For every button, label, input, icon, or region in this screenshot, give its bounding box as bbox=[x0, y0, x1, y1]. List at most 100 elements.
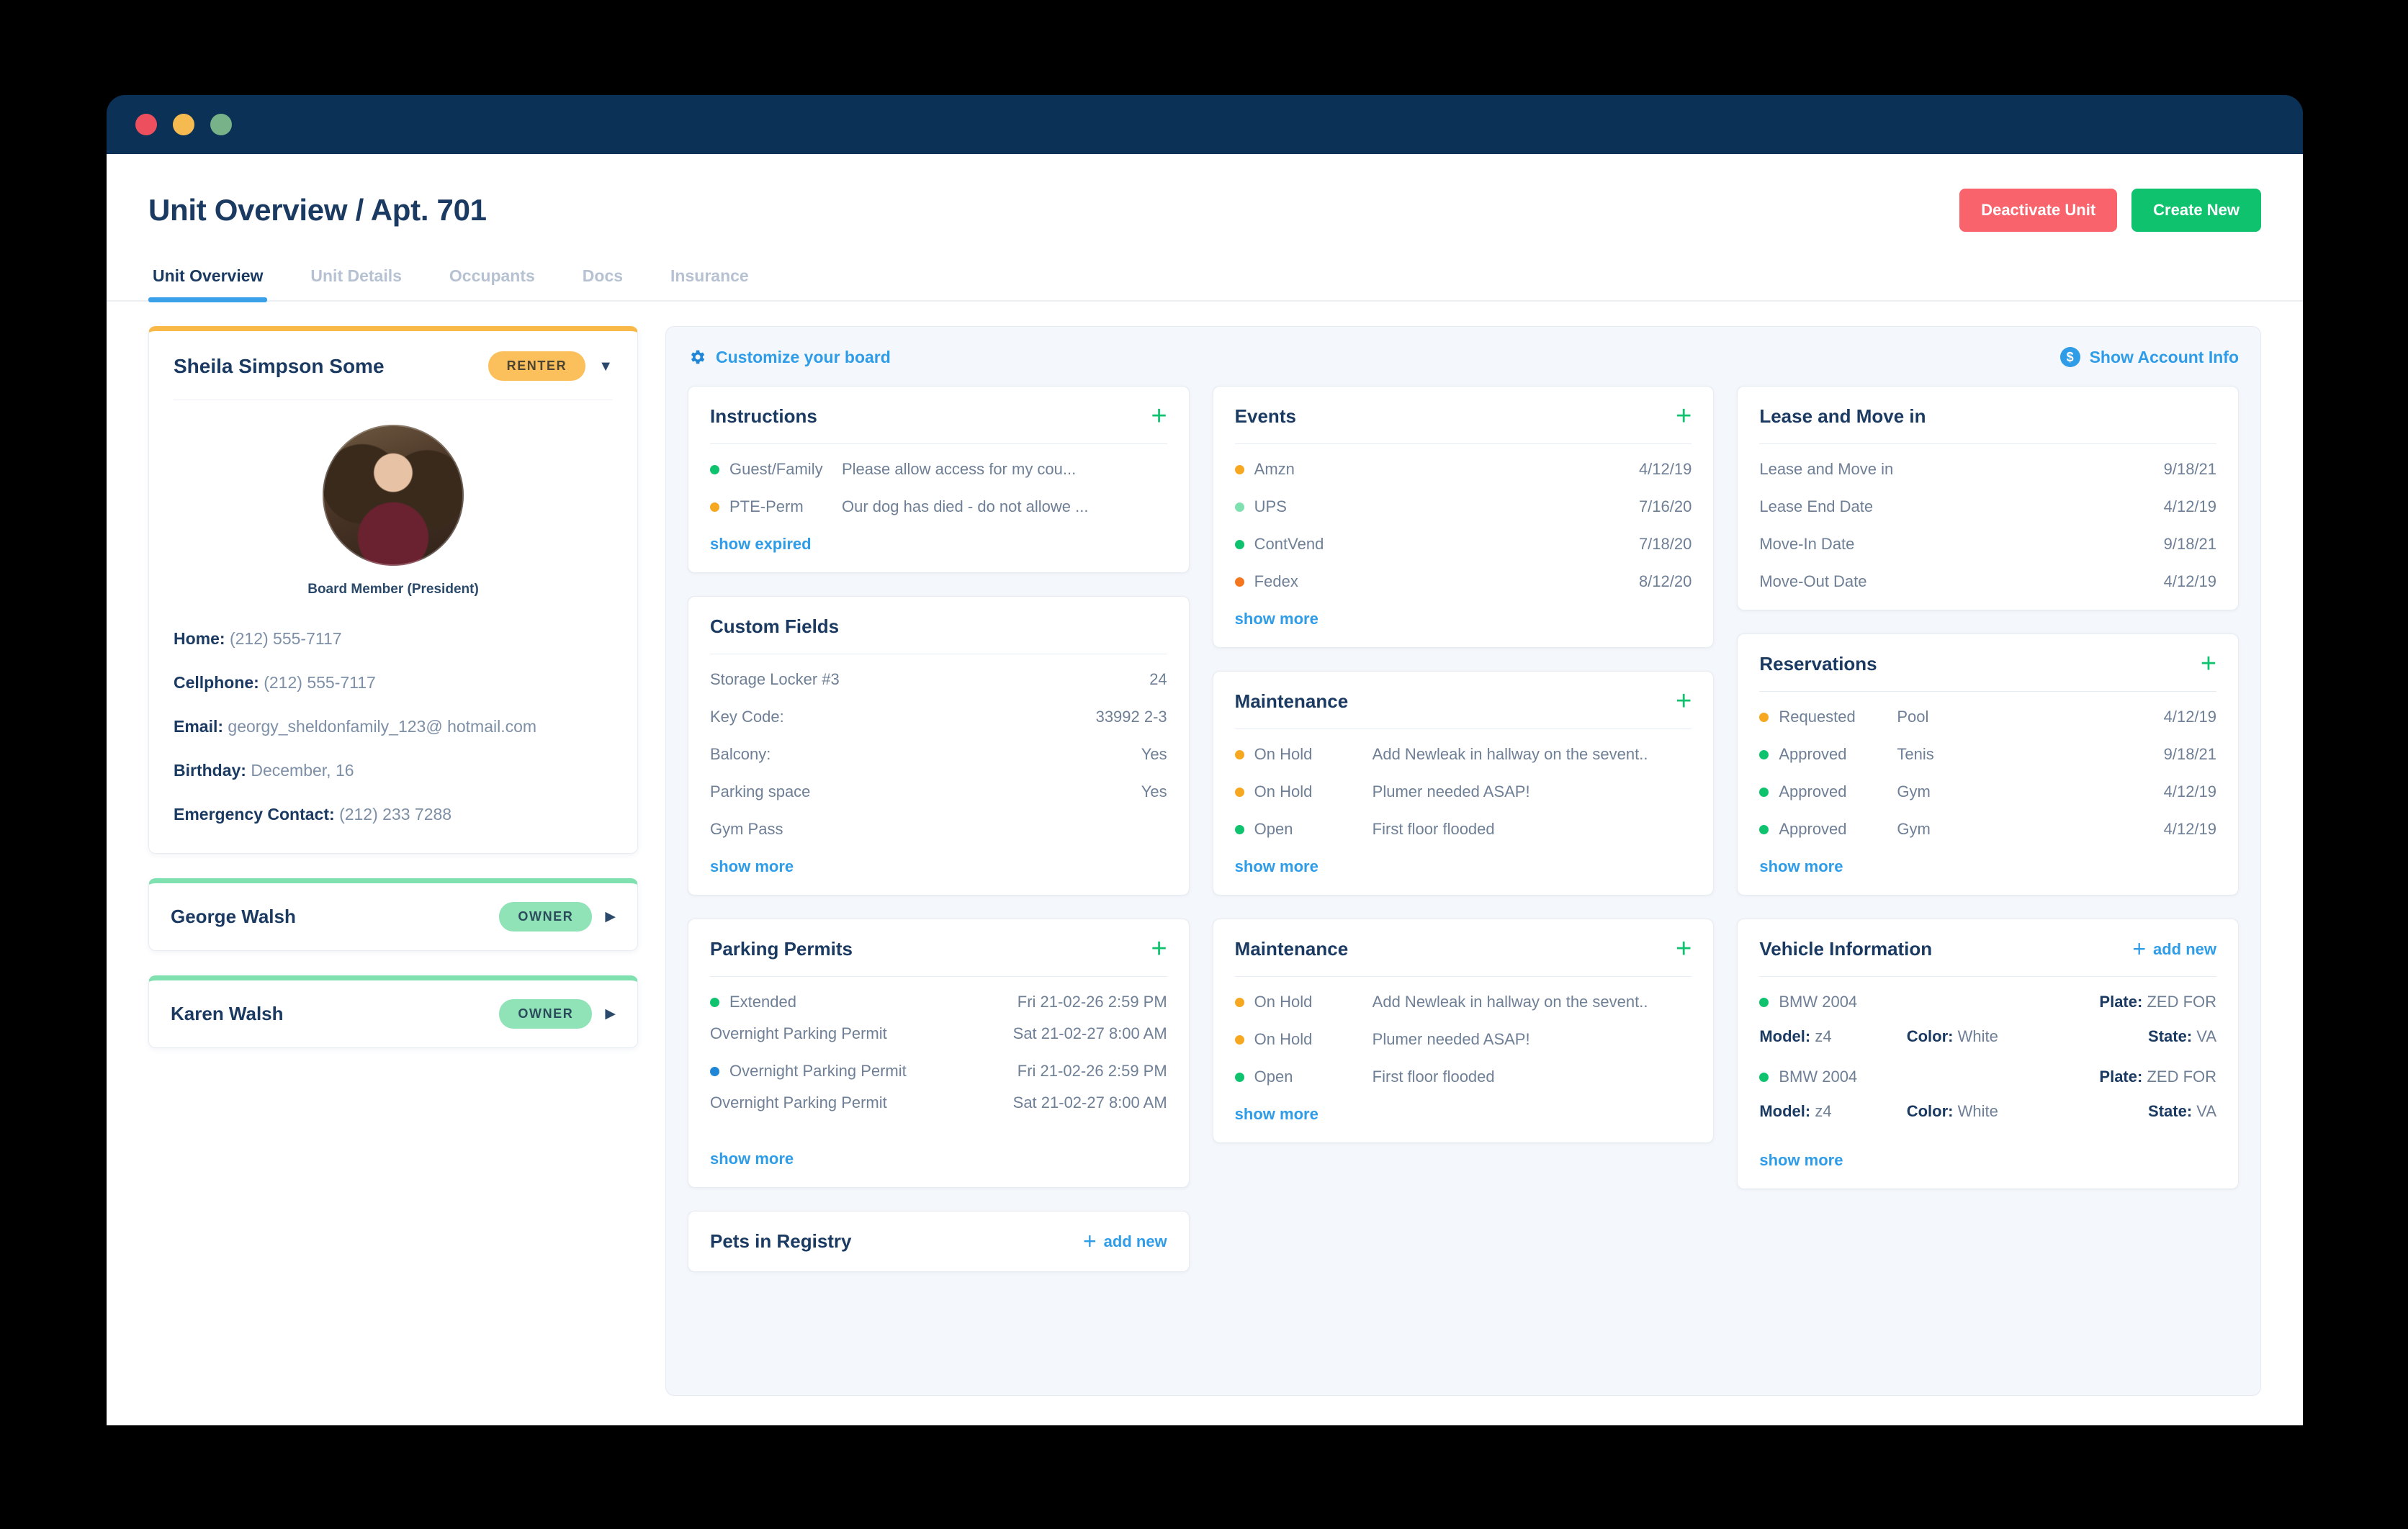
card-body: Storage Locker #3 24 Key Code: 33992 2-3… bbox=[710, 654, 1167, 876]
list-item[interactable]: Extended Fri 21-02-26 2:59 PM bbox=[710, 993, 1167, 1011]
status-badge-renter[interactable]: RENTER bbox=[488, 351, 586, 381]
list-item[interactable]: Open First floor flooded bbox=[1234, 1068, 1692, 1086]
list-item[interactable]: On Hold Plumer needed ASAP! bbox=[1234, 782, 1692, 801]
tab-insurance[interactable]: Insurance bbox=[666, 266, 753, 300]
show-more-link[interactable]: show more bbox=[1235, 610, 1318, 628]
add-reservation-icon[interactable]: + bbox=[2201, 650, 2216, 677]
add-maintenance-icon[interactable]: + bbox=[1676, 687, 1692, 715]
add-event-icon[interactable]: + bbox=[1676, 402, 1692, 430]
show-account-info-label: Show Account Info bbox=[2089, 347, 2239, 366]
list-item: Key Code: 33992 2-3 bbox=[710, 708, 1167, 726]
person-card-karen-walsh[interactable]: Karen Walsh OWNER ▶ bbox=[148, 975, 638, 1048]
list-item[interactable]: Approved Gym 4/12/19 bbox=[1759, 782, 2216, 801]
create-new-button[interactable]: Create New bbox=[2131, 189, 2261, 232]
vehicle-color: Color: White bbox=[1907, 1027, 1998, 1046]
vehicle-state-key: State: bbox=[2148, 1102, 2193, 1120]
person-card-header: Karen Walsh OWNER ▶ bbox=[149, 980, 637, 1047]
card-body: On Hold Add Newleak in hallway on the se… bbox=[1234, 729, 1692, 876]
show-more-link[interactable]: show more bbox=[1759, 857, 1843, 876]
card-events: Events + Amzn 4/12/19 UPS 7/16/20 ContVe… bbox=[1212, 386, 1715, 648]
status-dot-icon bbox=[1759, 997, 1769, 1007]
list-item[interactable]: Fedex 8/12/20 bbox=[1234, 572, 1692, 591]
tab-unit-details[interactable]: Unit Details bbox=[306, 266, 406, 300]
list-item[interactable]: Open First floor flooded bbox=[1234, 820, 1692, 839]
vehicle-plate: Plate: ZED FOR bbox=[2099, 993, 2216, 1011]
contact-label-email: Email: bbox=[174, 717, 224, 736]
list-item[interactable]: On Hold Plumer needed ASAP! bbox=[1234, 1030, 1692, 1049]
browser-window: Unit Overview / Apt. 701 Deactivate Unit… bbox=[107, 95, 2303, 1425]
status-badge-owner[interactable]: OWNER bbox=[499, 999, 593, 1029]
show-more-link[interactable]: show more bbox=[710, 1150, 794, 1168]
customize-board-button[interactable]: Customize your board bbox=[688, 348, 891, 367]
permit-name: Overnight Parking Permit bbox=[710, 1024, 887, 1042]
tab-occupants[interactable]: Occupants bbox=[445, 266, 539, 300]
vehicle-row-details: Model: z4 Color: White State: VA bbox=[1759, 1102, 2216, 1121]
maintenance-text: Add Newleak in hallway on the sevent.. bbox=[1372, 993, 1648, 1011]
show-more-link[interactable]: show more bbox=[1235, 857, 1318, 876]
list-item[interactable]: Approved Tenis 9/18/21 bbox=[1759, 745, 2216, 764]
chevron-right-icon[interactable]: ▶ bbox=[605, 1007, 616, 1021]
person-card-primary[interactable]: Sheila Simpson Some RENTER ▼ Board Membe… bbox=[148, 326, 638, 854]
status-dot-icon bbox=[1234, 577, 1244, 587]
person-card-george-walsh[interactable]: George Walsh OWNER ▶ bbox=[148, 878, 638, 951]
window-titlebar bbox=[107, 95, 2303, 154]
vehicle-name: BMW 2004 bbox=[1779, 1068, 1858, 1086]
list-item[interactable]: Overnight Parking Permit Fri 21-02-26 2:… bbox=[710, 1062, 1167, 1081]
add-maintenance-icon[interactable]: + bbox=[1676, 935, 1692, 962]
add-vehicle-button[interactable]: + add new bbox=[2132, 937, 2216, 961]
show-more-link[interactable]: show more bbox=[710, 857, 794, 876]
list-item[interactable]: Approved Gym 4/12/19 bbox=[1759, 820, 2216, 839]
contact-value-home: (212) 555-7117 bbox=[229, 629, 342, 648]
list-item[interactable]: Requested Pool 4/12/19 bbox=[1759, 708, 2216, 726]
card-title: Lease and Move in bbox=[1759, 405, 1926, 427]
maintenance-text: Plumer needed ASAP! bbox=[1372, 782, 1530, 800]
add-parking-permit-icon[interactable]: + bbox=[1151, 935, 1167, 962]
minimize-window-icon[interactable] bbox=[173, 114, 194, 135]
add-pet-button[interactable]: + add new bbox=[1083, 1230, 1167, 1253]
vehicle-row[interactable]: BMW 2004 Plate: ZED FOR bbox=[1759, 993, 2216, 1011]
card-header: Reservations + bbox=[1759, 650, 2217, 692]
deactivate-unit-button[interactable]: Deactivate Unit bbox=[1959, 189, 2118, 232]
show-expired-link[interactable]: show expired bbox=[710, 535, 812, 554]
field-value: 33992 2-3 bbox=[1095, 708, 1167, 726]
vehicle-name: BMW 2004 bbox=[1779, 993, 1858, 1011]
gear-icon bbox=[691, 350, 705, 364]
customize-board-label: Customize your board bbox=[716, 347, 891, 366]
avatar bbox=[323, 425, 464, 566]
board-toolbar: Customize your board $ Show Account Info bbox=[688, 347, 2239, 367]
card-body: Guest/Family Please allow access for my … bbox=[710, 444, 1167, 554]
list-item[interactable]: ContVend 7/18/20 bbox=[1234, 535, 1692, 554]
tab-unit-overview[interactable]: Unit Overview bbox=[148, 266, 268, 302]
instruction-type: Guest/Family bbox=[729, 460, 823, 478]
board-columns: Instructions + Guest/Family Please allow… bbox=[688, 386, 2239, 1272]
vehicle-model: Model: z4 bbox=[1759, 1027, 1831, 1046]
show-more-link[interactable]: show more bbox=[1759, 1151, 1843, 1170]
contact-label-cellphone: Cellphone: bbox=[174, 673, 259, 692]
page-body: Sheila Simpson Some RENTER ▼ Board Membe… bbox=[107, 302, 2303, 1396]
status-badge-owner[interactable]: OWNER bbox=[499, 902, 593, 932]
maintenance-status: On Hold bbox=[1254, 782, 1313, 800]
vehicle-row[interactable]: BMW 2004 Plate: ZED FOR bbox=[1759, 1068, 2216, 1086]
chevron-down-icon[interactable]: ▼ bbox=[598, 359, 613, 374]
chevron-right-icon[interactable]: ▶ bbox=[605, 910, 616, 924]
status-dot-icon bbox=[1234, 997, 1244, 1007]
reservation-status: Approved bbox=[1779, 745, 1847, 763]
maintenance-status: Open bbox=[1254, 820, 1293, 838]
add-instruction-icon[interactable]: + bbox=[1151, 402, 1167, 430]
status-dot-icon bbox=[1759, 712, 1769, 722]
card-instructions: Instructions + Guest/Family Please allow… bbox=[688, 386, 1190, 573]
show-more-link[interactable]: show more bbox=[1235, 1105, 1318, 1124]
list-item[interactable]: Amzn 4/12/19 bbox=[1234, 460, 1692, 479]
list-item[interactable]: Guest/Family Please allow access for my … bbox=[710, 460, 1167, 479]
card-header: Lease and Move in bbox=[1759, 405, 2217, 444]
tab-docs[interactable]: Docs bbox=[578, 266, 627, 300]
list-item[interactable]: PTE-Perm Our dog has died - do not allow… bbox=[710, 497, 1167, 516]
show-account-info-button[interactable]: $ Show Account Info bbox=[2059, 347, 2239, 367]
zoom-window-icon[interactable] bbox=[210, 114, 232, 135]
close-window-icon[interactable] bbox=[135, 114, 157, 135]
field-label: Parking space bbox=[710, 782, 811, 800]
list-item[interactable]: On Hold Add Newleak in hallway on the se… bbox=[1234, 745, 1692, 764]
list-item[interactable]: UPS 7/16/20 bbox=[1234, 497, 1692, 516]
card-header: Maintenance + bbox=[1234, 935, 1692, 977]
list-item[interactable]: On Hold Add Newleak in hallway on the se… bbox=[1234, 993, 1692, 1011]
